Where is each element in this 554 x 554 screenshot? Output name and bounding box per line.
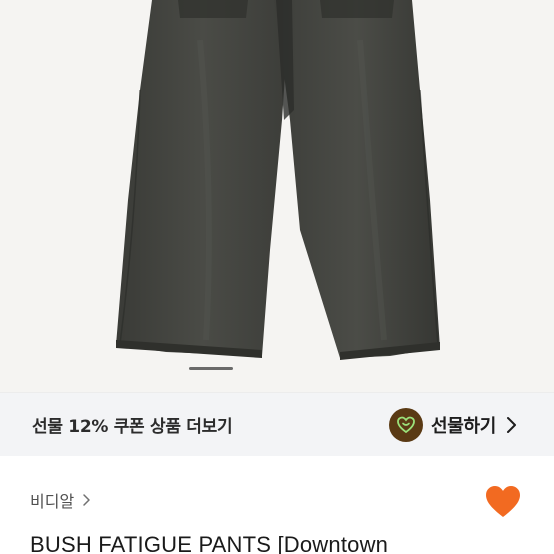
gift-button-label: 선물하기 [430,415,496,437]
heart-icon[interactable] [484,484,522,520]
store-name: 비디알 [30,492,75,511]
product-title: BUSH FATIGUE PANTS [Downtown [30,532,389,554]
gift-coupon-bar[interactable]: 선물 12% 쿠폰 상품 더보기 선물하기 [0,392,554,456]
gift-coupon-text[interactable]: 선물 12% 쿠폰 상품 더보기 [32,412,233,437]
chevron-right-icon [83,494,90,506]
product-image-carousel[interactable] [0,0,554,392]
store-link[interactable]: 비디알 [30,488,91,512]
carousel-indicator [189,367,233,370]
gift-button[interactable]: 선물하기 [388,407,518,442]
gift-heart-icon [388,407,423,442]
pants-photo [116,0,440,360]
chevron-right-icon [507,416,516,433]
